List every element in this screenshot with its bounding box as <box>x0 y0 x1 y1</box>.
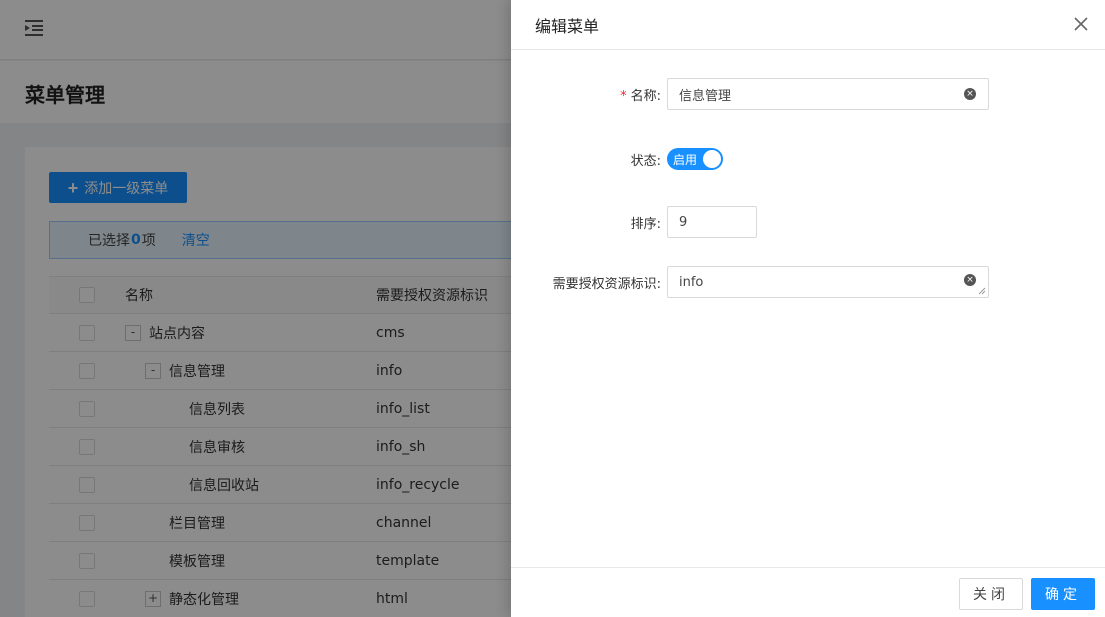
form-row-status: 状态: 启用 <box>511 148 1105 170</box>
close-icon[interactable] <box>1071 14 1091 34</box>
resource-textarea[interactable] <box>668 267 988 297</box>
resource-textarea-wrapper: × <box>667 266 989 298</box>
resource-label: 需要授权资源标识: <box>552 276 661 292</box>
name-input-wrapper: × <box>667 78 989 110</box>
sort-input-wrapper <box>667 206 757 238</box>
form-row-name: *名称: × <box>511 78 1105 110</box>
toggle-knob <box>703 150 721 168</box>
resize-handle-icon[interactable] <box>978 287 986 295</box>
sort-label: 排序: <box>630 216 661 232</box>
close-button[interactable]: 关闭 <box>959 578 1023 610</box>
edit-menu-drawer: 编辑菜单 *名称: × 状态: 启用 排序: 需要授权资源标识: × <box>511 0 1105 617</box>
name-input[interactable] <box>668 79 988 109</box>
status-label: 状态: <box>630 153 661 169</box>
drawer-header: 编辑菜单 <box>511 0 1105 50</box>
drawer-title: 编辑菜单 <box>535 17 600 36</box>
name-label: 名称: <box>630 88 661 104</box>
status-toggle-label: 启用 <box>673 152 698 167</box>
confirm-button[interactable]: 确定 <box>1031 578 1095 610</box>
sort-input[interactable] <box>668 207 756 237</box>
form-row-sort: 排序: <box>511 206 1105 238</box>
required-mark: * <box>620 88 627 104</box>
clear-input-icon[interactable]: × <box>964 274 976 286</box>
drawer-footer: 关闭 确定 <box>511 567 1105 617</box>
status-toggle[interactable]: 启用 <box>667 148 723 170</box>
clear-input-icon[interactable]: × <box>964 88 976 100</box>
form-row-resource: 需要授权资源标识: × <box>511 266 1105 298</box>
